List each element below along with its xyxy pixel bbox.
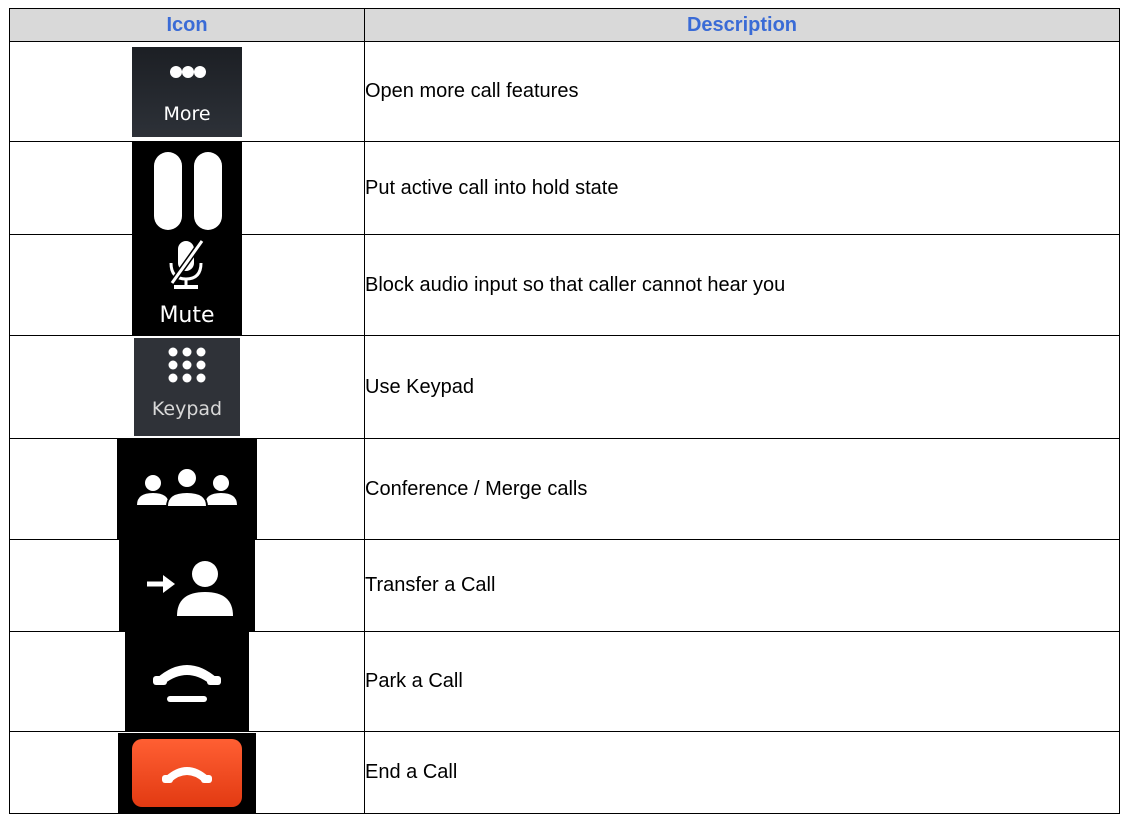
transfer-icon bbox=[119, 540, 255, 631]
table-row: Park a Call bbox=[9, 631, 1120, 732]
description-cell: Park a Call bbox=[364, 631, 1120, 732]
table-row: Mute Block audio input so that caller ca… bbox=[9, 234, 1120, 336]
table-row: Put active call into hold state bbox=[9, 141, 1120, 235]
description-cell: Conference / Merge calls bbox=[364, 438, 1120, 540]
hold-icon bbox=[132, 142, 242, 234]
park-icon bbox=[125, 632, 249, 731]
table-row: Conference / Merge calls bbox=[9, 438, 1120, 540]
icon-cell bbox=[9, 141, 365, 235]
conference-icon bbox=[117, 439, 257, 539]
icon-cell bbox=[9, 539, 365, 632]
table-row: Transfer a Call bbox=[9, 539, 1120, 632]
table-header-row: Icon Description bbox=[9, 8, 1120, 42]
description-cell: Use Keypad bbox=[364, 335, 1120, 439]
description-column-header: Description bbox=[364, 8, 1120, 42]
table-row: End a Call bbox=[9, 731, 1120, 814]
end-call-icon bbox=[118, 732, 256, 813]
icon-cell: Mute bbox=[9, 234, 365, 336]
icon-cell bbox=[9, 438, 365, 540]
description-cell: Put active call into hold state bbox=[364, 141, 1120, 235]
icon-cell: More bbox=[9, 41, 365, 142]
description-cell: Block audio input so that caller cannot … bbox=[364, 234, 1120, 336]
keypad-icon-label: Keypad bbox=[151, 398, 223, 420]
more-icon: More bbox=[132, 46, 242, 137]
mute-icon-label: Mute bbox=[159, 303, 215, 328]
description-cell: Open more call features bbox=[364, 41, 1120, 142]
icon-cell bbox=[9, 731, 365, 814]
description-cell: Transfer a Call bbox=[364, 539, 1120, 632]
mute-icon: Mute bbox=[132, 235, 242, 335]
description-cell: End a Call bbox=[364, 731, 1120, 814]
icon-column-header: Icon bbox=[9, 8, 365, 42]
icon-description-table: Icon Description More Open more call fea… bbox=[9, 8, 1120, 814]
table-row: More Open more call features bbox=[9, 41, 1120, 142]
icon-cell bbox=[9, 631, 365, 732]
keypad-icon: Keypad bbox=[134, 338, 240, 436]
more-icon-label: More bbox=[163, 102, 211, 125]
table-row: Keypad Use Keypad bbox=[9, 335, 1120, 439]
icon-cell: Keypad bbox=[9, 335, 365, 439]
